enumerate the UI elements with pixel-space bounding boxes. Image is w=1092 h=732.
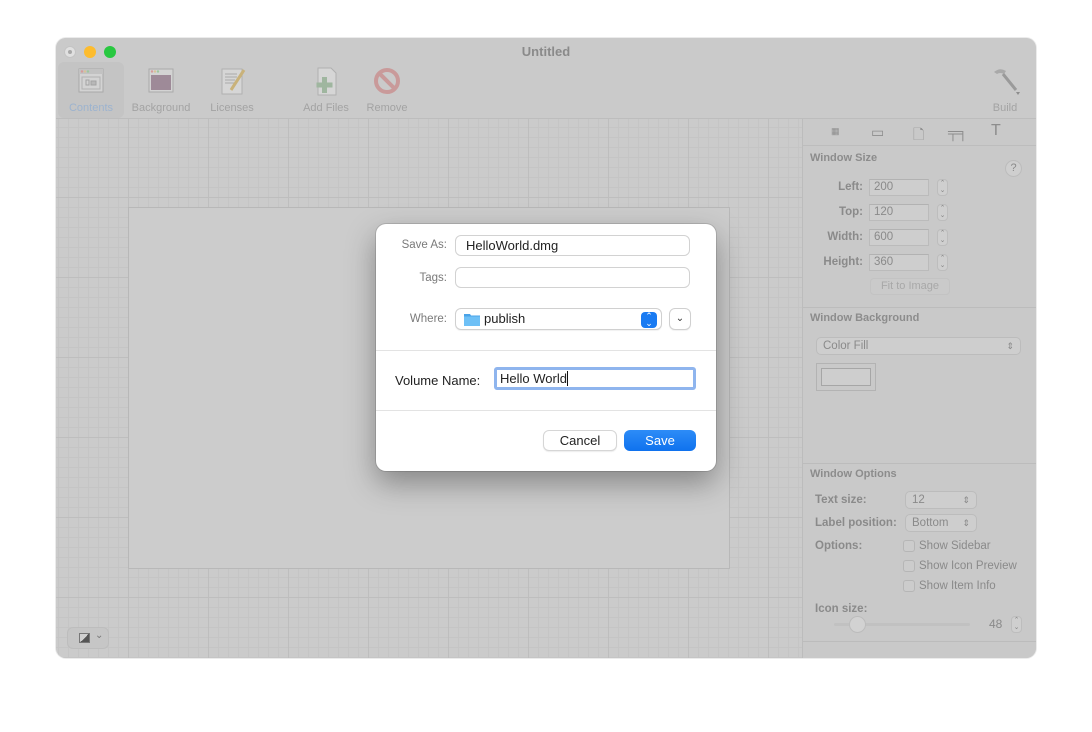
save-as-field[interactable]: HelloWorld.dmg — [455, 235, 690, 256]
options-label: Options: — [815, 540, 863, 552]
disk-icon[interactable]: ▭ — [871, 124, 884, 141]
toolbar-contents-button[interactable]: Contents — [58, 62, 124, 118]
inspector-tabs: ▦ ▭ 🗋 ╤╕ T — [803, 119, 1036, 146]
license-document-icon — [221, 68, 246, 95]
toolbar-build-button[interactable]: Build — [980, 62, 1030, 118]
show-sidebar-label: Show Sidebar — [919, 540, 991, 552]
left-stepper[interactable]: ⌃ ⌄ — [937, 179, 948, 196]
expand-dialog-button[interactable]: ⌄ — [669, 308, 691, 330]
toolbar-licenses-button[interactable]: Licenses — [202, 62, 262, 118]
window-size-title: Window Size — [810, 152, 878, 164]
toolbar-contents-label: Contents — [68, 102, 114, 114]
toolbar-remove-label: Remove — [366, 102, 408, 114]
view-mode-button[interactable]: ⌄ — [67, 627, 109, 649]
icon-size-value: 48 — [989, 617, 1003, 631]
cancel-button[interactable]: Cancel — [543, 430, 617, 451]
window-background-title: Window Background — [810, 312, 920, 324]
dialog-divider — [376, 350, 716, 351]
window-icon[interactable]: ▦ — [831, 126, 840, 137]
chevron-down-icon: ⌄ — [95, 630, 104, 641]
toolbar-add-files-label: Add Files — [303, 102, 349, 114]
background-image-icon — [148, 68, 174, 93]
toolbar-background-button[interactable]: Background — [128, 62, 194, 118]
toolbar: Untitled Contents Background Licenses Ad… — [56, 38, 1036, 119]
volume-name-value: Hello World — [500, 371, 567, 386]
height-stepper[interactable]: ⌃ ⌄ — [937, 254, 948, 271]
help-button[interactable]: ? — [1005, 160, 1022, 177]
caliper-icon[interactable]: ╤╕ — [948, 124, 968, 140]
top-label: Top: — [838, 206, 863, 218]
section-divider — [803, 307, 1036, 308]
section-divider — [803, 641, 1036, 642]
tags-field[interactable] — [455, 267, 690, 288]
fit-to-image-button[interactable]: Fit to Image — [870, 278, 950, 295]
toolbar-build-label: Build — [992, 102, 1018, 114]
toolbar-background-label: Background — [131, 102, 191, 114]
text-size-label: Text size: — [815, 494, 867, 506]
icon-size-label: Icon size: — [815, 603, 868, 615]
label-position-value: Bottom — [912, 517, 949, 529]
save-button[interactable]: Save — [624, 430, 696, 451]
popup-arrows-icon: ⇕ — [1006, 341, 1014, 351]
label-position-label: Label position: — [815, 517, 897, 529]
width-stepper[interactable]: ⌃ ⌄ — [937, 229, 948, 246]
popup-arrows-icon: ⌃ ⌄ — [641, 312, 657, 328]
height-field[interactable]: 360 — [869, 254, 929, 271]
where-label: Where: — [409, 313, 447, 325]
save-as-label: Save As: — [401, 239, 447, 251]
tags-label: Tags: — [419, 272, 448, 284]
toolbar-add-files-button[interactable]: Add Files — [296, 62, 356, 118]
background-fill-value: Color Fill — [823, 340, 869, 352]
window-title: Untitled — [521, 44, 571, 59]
color-swatch — [821, 368, 871, 386]
popup-arrows-icon: ⇕ — [962, 518, 970, 528]
chevron-down-icon: ⌄ — [675, 313, 685, 324]
text-size-popup[interactable]: 12 ⇕ — [905, 491, 977, 509]
top-stepper[interactable]: ⌃ ⌄ — [937, 204, 948, 221]
hammer-icon — [994, 69, 1020, 95]
left-label: Left: — [838, 181, 863, 193]
volume-name-label: Volume Name: — [395, 373, 481, 388]
label-position-popup[interactable]: Bottom ⇕ — [905, 514, 977, 532]
show-icon-preview-checkbox[interactable] — [903, 560, 915, 572]
inspector-panel: ▦ ▭ 🗋 ╤╕ T Window Size Left: 200 ⌃ ⌄ Top:… — [802, 119, 1036, 658]
left-field[interactable]: 200 — [869, 179, 929, 196]
height-label: Height: — [823, 256, 863, 268]
width-label: Width: — [827, 231, 863, 243]
section-divider — [803, 463, 1036, 464]
show-icon-preview-label: Show Icon Preview — [919, 560, 1017, 572]
folder-icon — [464, 314, 480, 326]
add-file-icon — [316, 67, 337, 96]
toolbar-remove-button[interactable]: Remove — [360, 62, 414, 118]
width-field[interactable]: 600 — [869, 229, 929, 246]
icon-size-slider-knob[interactable] — [849, 616, 866, 633]
background-fill-popup[interactable]: Color Fill ⇕ — [816, 337, 1021, 355]
dialog-divider — [376, 410, 716, 411]
where-popup[interactable]: publish ⌃ ⌄ — [455, 308, 662, 330]
where-value: publish — [484, 311, 526, 326]
window-options-title: Window Options — [810, 468, 897, 480]
save-dialog: Save As: HelloWorld.dmg Tags: Where: pub… — [376, 224, 716, 471]
volume-name-field[interactable]: Hello World — [494, 367, 696, 390]
text-caret — [566, 371, 568, 386]
remove-prohibited-icon — [374, 68, 400, 94]
show-item-info-checkbox[interactable] — [903, 580, 915, 592]
appearance-icon — [79, 633, 90, 643]
top-field[interactable]: 120 — [869, 204, 929, 221]
text-icon[interactable]: T — [991, 122, 1001, 140]
show-sidebar-checkbox[interactable] — [903, 540, 915, 552]
icon-size-stepper[interactable]: ⌃ ⌄ — [1011, 616, 1022, 633]
text-size-value: 12 — [912, 494, 925, 506]
document-icon[interactable]: 🗋 — [913, 124, 924, 148]
contents-window-icon — [78, 68, 104, 93]
toolbar-licenses-label: Licenses — [210, 102, 254, 114]
popup-arrows-icon: ⇕ — [962, 495, 970, 505]
show-item-info-label: Show Item Info — [919, 580, 996, 592]
background-color-well[interactable] — [816, 363, 876, 391]
